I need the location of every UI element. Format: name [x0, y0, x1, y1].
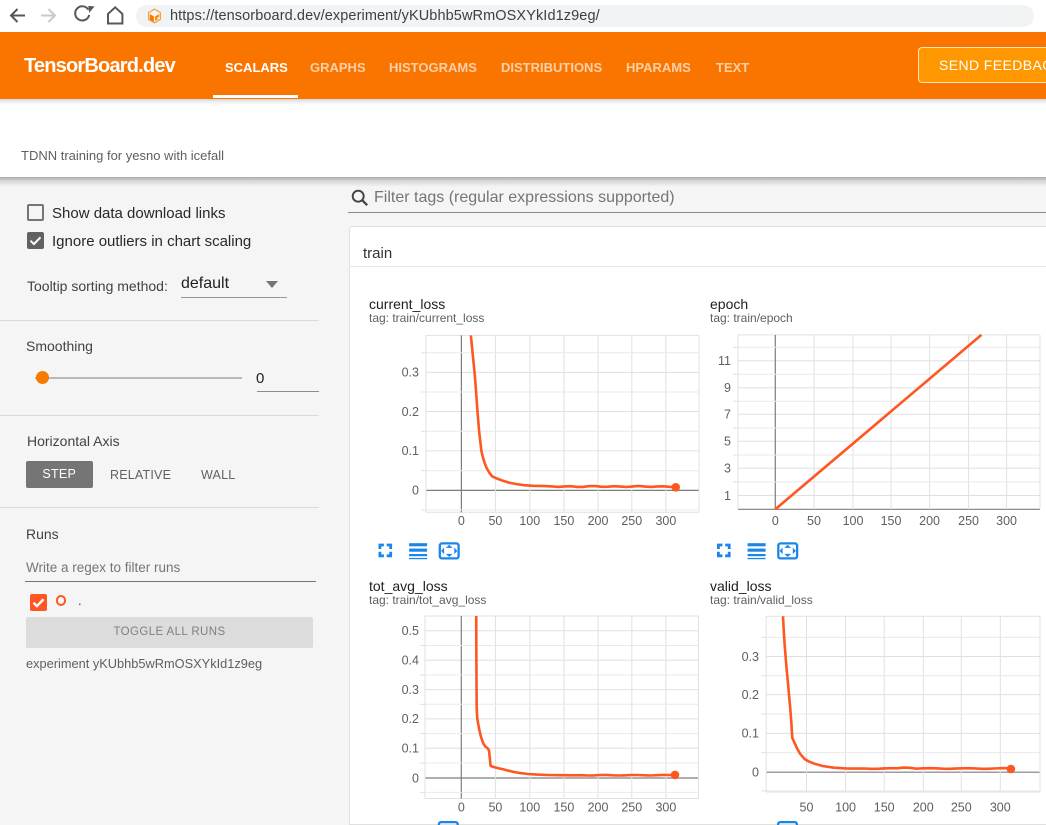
svg-text:0.3: 0.3 [742, 650, 759, 664]
svg-text:0: 0 [412, 484, 419, 498]
svg-text:0: 0 [412, 771, 419, 785]
svg-text:0: 0 [458, 800, 465, 814]
svg-text:150: 150 [881, 514, 902, 528]
svg-text:100: 100 [519, 514, 540, 528]
svg-text:7: 7 [724, 408, 731, 422]
svg-text:50: 50 [488, 514, 502, 528]
svg-text:0.2: 0.2 [402, 712, 419, 726]
svg-text:0.3: 0.3 [402, 366, 419, 380]
svg-text:150: 150 [553, 800, 574, 814]
svg-text:250: 250 [958, 514, 979, 528]
svg-text:0.3: 0.3 [402, 683, 419, 697]
svg-text:200: 200 [913, 800, 934, 814]
svg-text:100: 100 [519, 800, 540, 814]
svg-text:250: 250 [621, 800, 642, 814]
svg-text:50: 50 [800, 800, 814, 814]
svg-text:0.4: 0.4 [402, 654, 419, 668]
svg-text:300: 300 [655, 800, 676, 814]
svg-text:250: 250 [621, 514, 642, 528]
svg-text:300: 300 [655, 514, 676, 528]
svg-text:0.1: 0.1 [742, 727, 759, 741]
svg-text:0.1: 0.1 [402, 444, 419, 458]
svg-text:5: 5 [724, 435, 731, 449]
svg-text:150: 150 [553, 514, 574, 528]
svg-text:9: 9 [724, 381, 731, 395]
svg-text:0.2: 0.2 [402, 405, 419, 419]
svg-text:0.2: 0.2 [742, 688, 759, 702]
svg-text:300: 300 [990, 800, 1011, 814]
svg-text:11: 11 [718, 354, 731, 368]
svg-text:100: 100 [843, 514, 864, 528]
svg-text:50: 50 [807, 514, 821, 528]
svg-text:200: 200 [919, 514, 940, 528]
svg-text:300: 300 [996, 514, 1017, 528]
svg-text:0: 0 [772, 514, 779, 528]
svg-text:0: 0 [752, 766, 759, 780]
svg-text:100: 100 [835, 800, 856, 814]
svg-text:250: 250 [951, 800, 972, 814]
svg-text:200: 200 [588, 514, 609, 528]
svg-text:0.1: 0.1 [402, 742, 419, 756]
svg-text:1: 1 [724, 489, 731, 503]
svg-text:0: 0 [458, 514, 465, 528]
svg-text:200: 200 [588, 800, 609, 814]
svg-text:50: 50 [488, 800, 502, 814]
svg-text:0.5: 0.5 [402, 624, 419, 638]
svg-text:3: 3 [724, 462, 731, 476]
svg-text:150: 150 [874, 800, 895, 814]
